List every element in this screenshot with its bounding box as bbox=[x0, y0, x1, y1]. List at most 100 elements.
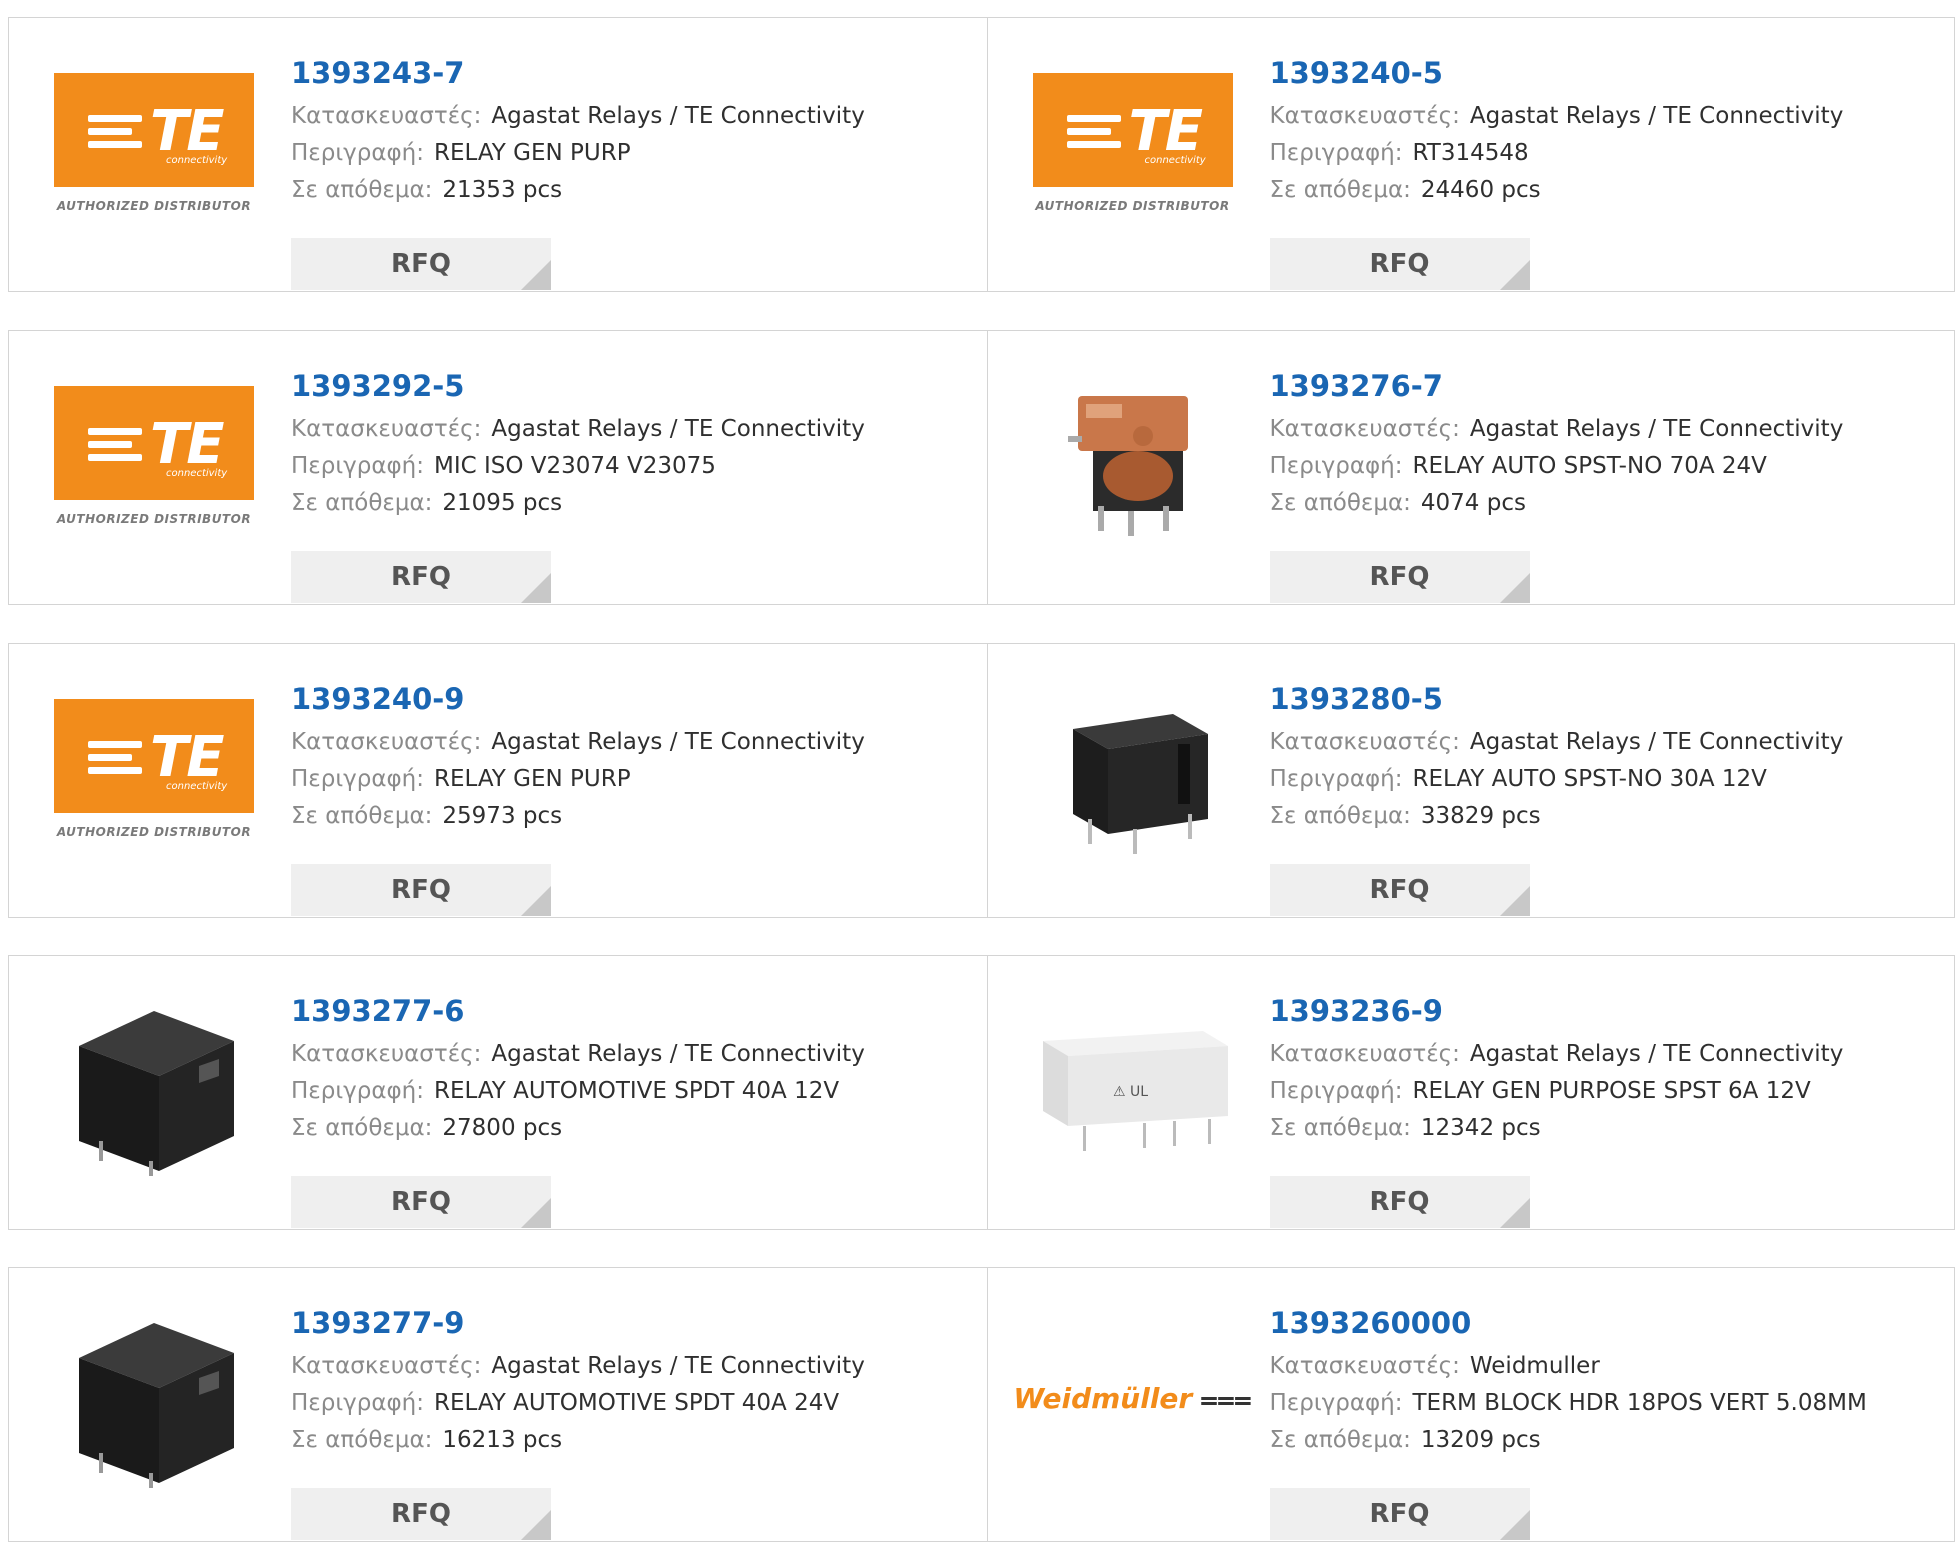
description-value: RELAY AUTOMOTIVE SPDT 40A 12V bbox=[433, 1078, 840, 1104]
description-label: Περιγραφή: bbox=[291, 1078, 424, 1104]
part-number-link[interactable]: 1393280-5 bbox=[1270, 682, 1844, 724]
manufacturer-label: Κατασκευαστές: bbox=[291, 1041, 482, 1067]
manufacturer-row: Κατασκευαστές: Agastat Relays / TE Connec… bbox=[291, 1348, 865, 1385]
manufacturer-value: Agastat Relays / TE Connectivity bbox=[491, 416, 865, 442]
description-label: Περιγραφή: bbox=[291, 140, 424, 166]
rfq-button[interactable]: RFQ bbox=[1269, 1488, 1530, 1540]
part-number-link[interactable]: 1393292-5 bbox=[291, 369, 865, 411]
manufacturer-value: Agastat Relays / TE Connectivity bbox=[491, 1353, 865, 1379]
rfq-button[interactable]: RFQ bbox=[291, 864, 551, 916]
rfq-label: RFQ bbox=[1369, 562, 1430, 592]
stock-value: 4074 pcs bbox=[1420, 490, 1526, 516]
manufacturer-row: Κατασκευαστές: Agastat Relays / TE Connec… bbox=[291, 1036, 865, 1073]
product-image[interactable]: TE connectivity AUTHORIZED DISTRIBUTOR bbox=[49, 63, 259, 233]
description-row: Περιγραφή: MIC ISO V23074 V23075 bbox=[291, 448, 865, 485]
black-relay-cube-image bbox=[79, 1011, 234, 1176]
part-number-link[interactable]: 1393243-7 bbox=[291, 56, 865, 98]
manufacturer-row: Κατασκευαστές: Agastat Relays / TE Connec… bbox=[291, 411, 865, 448]
manufacturer-row: Κατασκευαστές: Agastat Relays / TE Connec… bbox=[1270, 724, 1844, 761]
stock-label: Σε απόθεμα: bbox=[291, 1427, 433, 1453]
product-card: TE connectivity AUTHORIZED DISTRIBUTOR 1… bbox=[986, 18, 1955, 291]
part-number-link[interactable]: 1393277-9 bbox=[291, 1306, 865, 1348]
part-number-link[interactable]: 1393276-7 bbox=[1270, 369, 1844, 411]
stock-label: Σε απόθεμα: bbox=[1269, 803, 1411, 829]
manufacturer-row: Κατασκευαστές: Agastat Relays / TE Connec… bbox=[1270, 98, 1844, 135]
product-card: 1393277-9 Κατασκευαστές: Agastat Relays /… bbox=[9, 1268, 987, 1541]
product-row: TE connectivity AUTHORIZED DISTRIBUTOR 1… bbox=[8, 643, 1955, 918]
rfq-button[interactable]: RFQ bbox=[1269, 864, 1530, 916]
rfq-label: RFQ bbox=[391, 562, 451, 592]
stock-row: Σε απόθεμα: 24460 pcs bbox=[1270, 172, 1844, 209]
description-value: RELAY GEN PURP bbox=[433, 140, 631, 166]
product-image[interactable] bbox=[1028, 689, 1238, 859]
stock-row: Σε απόθεμα: 25973 pcs bbox=[291, 798, 865, 835]
rfq-button[interactable]: RFQ bbox=[291, 1176, 551, 1228]
stock-value: 13209 pcs bbox=[1420, 1427, 1541, 1453]
product-image[interactable]: ⚠ UL bbox=[1028, 1001, 1238, 1171]
rfq-button[interactable]: RFQ bbox=[1269, 1176, 1530, 1228]
stock-value: 24460 pcs bbox=[1420, 177, 1541, 203]
product-image[interactable]: TE connectivity AUTHORIZED DISTRIBUTOR bbox=[49, 376, 259, 546]
stock-row: Σε απόθεμα: 27800 pcs bbox=[291, 1110, 865, 1147]
stock-value: 33829 pcs bbox=[1420, 803, 1541, 829]
manufacturer-label: Κατασκευαστές: bbox=[1269, 1353, 1460, 1379]
manufacturer-label: Κατασκευαστές: bbox=[1269, 1041, 1460, 1067]
product-card: TE connectivity AUTHORIZED DISTRIBUTOR 1… bbox=[9, 331, 987, 604]
description-label: Περιγραφή: bbox=[1269, 1390, 1403, 1416]
description-label: Περιγραφή: bbox=[291, 453, 424, 479]
description-value: RELAY AUTOMOTIVE SPDT 40A 24V bbox=[433, 1390, 840, 1416]
rfq-button[interactable]: RFQ bbox=[291, 1488, 551, 1540]
part-number-link[interactable]: 1393240-5 bbox=[1270, 56, 1844, 98]
product-image[interactable]: TE connectivity AUTHORIZED DISTRIBUTOR bbox=[1028, 63, 1238, 233]
manufacturer-value: Weidmuller bbox=[1469, 1353, 1600, 1379]
rfq-label: RFQ bbox=[391, 1499, 451, 1529]
stock-label: Σε απόθεμα: bbox=[291, 1115, 433, 1141]
te-connectivity-logo: TE connectivity AUTHORIZED DISTRIBUTOR bbox=[1032, 73, 1233, 223]
manufacturer-value: Agastat Relays / TE Connectivity bbox=[491, 103, 865, 129]
manufacturer-label: Κατασκευαστές: bbox=[1269, 103, 1460, 129]
stock-label: Σε απόθεμα: bbox=[1269, 490, 1411, 516]
stock-row: Σε απόθεμα: 4074 pcs bbox=[1270, 485, 1844, 522]
manufacturer-value: Agastat Relays / TE Connectivity bbox=[491, 1041, 865, 1067]
stock-row: Σε απόθεμα: 16213 pcs bbox=[291, 1422, 865, 1459]
rfq-label: RFQ bbox=[1369, 1499, 1430, 1529]
stock-row: Σε απόθεμα: 21095 pcs bbox=[291, 485, 865, 522]
description-value: RELAY GEN PURPOSE SPST 6A 12V bbox=[1412, 1078, 1811, 1104]
rfq-button[interactable]: RFQ bbox=[291, 551, 551, 603]
stock-value: 21095 pcs bbox=[442, 490, 563, 516]
black-relay-image bbox=[1072, 714, 1208, 854]
manufacturer-label: Κατασκευαστές: bbox=[291, 103, 482, 129]
description-label: Περιγραφή: bbox=[1269, 1078, 1403, 1104]
rfq-button[interactable]: RFQ bbox=[1269, 238, 1530, 290]
product-card: 1393280-5 Κατασκευαστές: Agastat Relays /… bbox=[986, 644, 1955, 917]
description-label: Περιγραφή: bbox=[291, 766, 424, 792]
part-number-link[interactable]: 1393236-9 bbox=[1270, 994, 1844, 1036]
description-label: Περιγραφή: bbox=[1269, 140, 1403, 166]
product-image[interactable] bbox=[49, 1313, 259, 1488]
description-value: MIC ISO V23074 V23075 bbox=[433, 453, 716, 479]
description-row: Περιγραφή: RELAY AUTOMOTIVE SPDT 40A 24V bbox=[291, 1385, 865, 1422]
product-image[interactable] bbox=[49, 1001, 259, 1176]
part-number-link[interactable]: 1393240-9 bbox=[291, 682, 865, 724]
rfq-button[interactable]: RFQ bbox=[291, 238, 551, 290]
description-row: Περιγραφή: RELAY GEN PURP bbox=[291, 135, 865, 172]
description-value: TERM BLOCK HDR 18POS VERT 5.08MM bbox=[1412, 1390, 1867, 1416]
product-card: TE connectivity AUTHORIZED DISTRIBUTOR 1… bbox=[9, 644, 987, 917]
part-number-link[interactable]: 1393260000 bbox=[1270, 1306, 1867, 1348]
rfq-button[interactable]: RFQ bbox=[1269, 551, 1530, 603]
black-relay-cube-image bbox=[79, 1323, 234, 1488]
product-row: TE connectivity AUTHORIZED DISTRIBUTOR 1… bbox=[8, 17, 1955, 292]
rfq-label: RFQ bbox=[1369, 249, 1430, 279]
part-number-link[interactable]: 1393277-6 bbox=[291, 994, 865, 1036]
manufacturer-value: Agastat Relays / TE Connectivity bbox=[1469, 103, 1844, 129]
product-image[interactable] bbox=[1028, 376, 1238, 546]
stock-row: Σε απόθεμα: 13209 pcs bbox=[1270, 1422, 1867, 1459]
stock-row: Σε απόθεμα: 21353 pcs bbox=[291, 172, 865, 209]
manufacturer-value: Agastat Relays / TE Connectivity bbox=[491, 729, 865, 755]
description-value: RELAY AUTO SPST-NO 70A 24V bbox=[1412, 453, 1767, 479]
manufacturer-label: Κατασκευαστές: bbox=[1269, 416, 1460, 442]
stock-value: 21353 pcs bbox=[442, 177, 563, 203]
product-image[interactable]: TE connectivity AUTHORIZED DISTRIBUTOR bbox=[49, 689, 259, 859]
product-image[interactable]: Weidmüller ⩶ bbox=[1013, 1313, 1251, 1483]
description-row: Περιγραφή: RT314548 bbox=[1270, 135, 1844, 172]
